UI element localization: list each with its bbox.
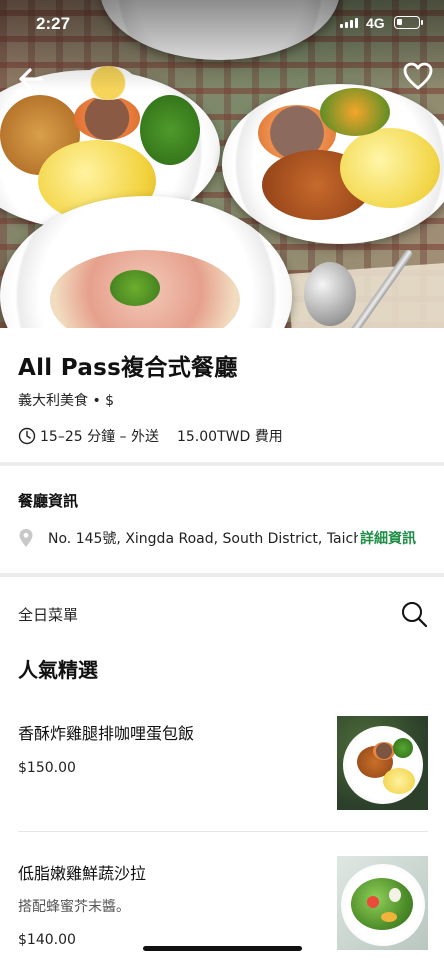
menu-item-image (337, 856, 428, 950)
search-button[interactable] (398, 598, 430, 630)
search-icon (402, 602, 428, 628)
menu-item[interactable]: 低脂嫩雞鮮蔬沙拉 搭配蜂蜜芥末醬。 $140.00 (0, 840, 444, 958)
sauce-cup (74, 96, 140, 140)
vegetables-right (320, 88, 390, 136)
menu-item-name: 香酥炸雞腿排咖哩蛋包飯 (18, 724, 195, 743)
delivery-fee: 15.00TWD 費用 (176, 429, 283, 445)
omelette-right (340, 128, 440, 208)
menu-header: 全日菜單 (0, 578, 444, 648)
menu-item[interactable]: 香酥炸雞腿排咖哩蛋包飯 $150.00 (0, 700, 444, 818)
menu-item-name: 低脂嫩雞鮮蔬沙拉 (18, 864, 147, 883)
battery-icon (394, 16, 423, 29)
menu-item-image (337, 716, 428, 810)
signal-icon (340, 18, 358, 28)
spoon (304, 262, 356, 326)
clock-icon (18, 427, 36, 445)
menu-item-price: $150.00 (18, 760, 76, 776)
store-info: All Pass複合式餐廳 義大利美食 • $ 15–25 分鐘 – 外送 15… (0, 328, 444, 462)
store-name: All Pass複合式餐廳 (18, 355, 238, 381)
restaurant-info: 餐廳資訊 No. 145號, Xingda Road, South Distri… (0, 466, 444, 573)
favorite-button[interactable] (400, 58, 436, 94)
status-time: 2:27 (36, 14, 71, 33)
status-bar: 2:27 4G (0, 0, 444, 48)
arrow-left-icon (19, 68, 43, 90)
popular-section-title: 人氣精選 (18, 658, 98, 682)
item-separator (18, 831, 428, 832)
store-category: 義大利美食 • $ (18, 393, 115, 409)
greens-garnish (110, 270, 160, 306)
network-label: 4G (366, 15, 385, 31)
restaurant-address: No. 145號, Xingda Road, South District, T… (48, 531, 358, 547)
location-pin-icon (19, 529, 33, 547)
heart-outline-icon (403, 62, 433, 90)
address-row[interactable]: No. 145號, Xingda Road, South District, T… (18, 526, 430, 550)
back-button[interactable] (14, 62, 48, 96)
section-divider (0, 573, 444, 577)
home-indicator (143, 946, 302, 951)
menu-item-description: 搭配蜂蜜芥末醬。 (18, 899, 130, 915)
menu-label[interactable]: 全日菜單 (18, 604, 78, 625)
hero-image (0, 0, 444, 328)
delivery-info: 15–25 分鐘 – 外送 15.00TWD 費用 (18, 426, 283, 446)
restaurant-info-title: 餐廳資訊 (18, 492, 79, 510)
delivery-time: 15–25 分鐘 – 外送 (40, 429, 159, 445)
broccoli (140, 95, 200, 165)
details-link[interactable]: 詳細資訊 (360, 528, 416, 548)
menu-item-price: $140.00 (18, 932, 76, 948)
